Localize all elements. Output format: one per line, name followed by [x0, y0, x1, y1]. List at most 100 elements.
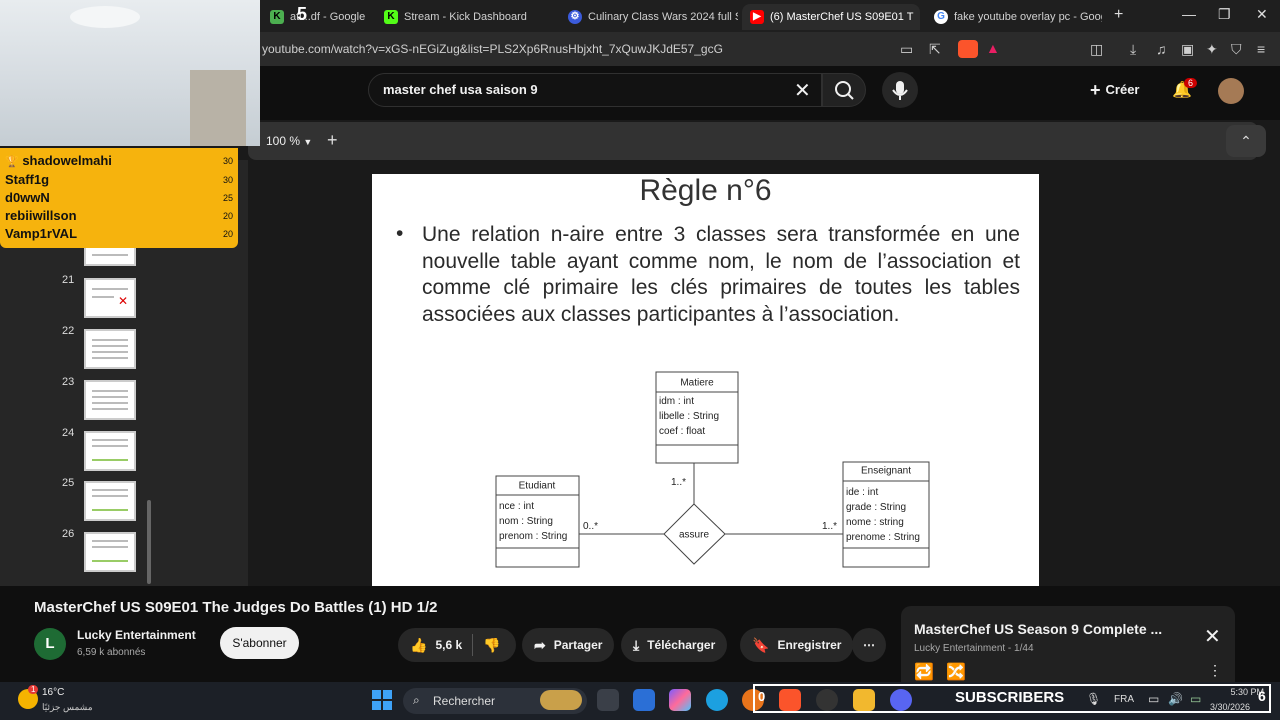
pdf-thumbnail[interactable] — [84, 532, 136, 572]
network-icon[interactable]: ▭ — [1148, 692, 1159, 706]
pdf-thumbnail[interactable] — [84, 329, 136, 369]
tab-label: Culinary Class Wars 2024 full Se — [588, 11, 738, 23]
minimize-icon[interactable]: — — [1182, 6, 1196, 22]
zoom-in-button[interactable]: + — [327, 130, 338, 151]
tab-close-icon[interactable]: ✕ — [913, 10, 920, 24]
notification-count[interactable]: 6 — [1258, 688, 1266, 704]
leaderboard-row: Vamp1rVAL 20 — [5, 226, 233, 244]
install-icon[interactable]: ▭ — [900, 41, 913, 58]
search-icon — [835, 81, 854, 100]
voice-search-button[interactable] — [882, 72, 918, 108]
sidebar-icon[interactable]: ◫ — [1090, 41, 1103, 58]
download-button[interactable]: ⤓ Télécharger — [621, 628, 728, 662]
leaderboard-score: 20 — [222, 211, 233, 221]
page-number: 23 — [62, 376, 75, 388]
multiplicity-etudiant: 0..* — [583, 521, 598, 532]
channel-name[interactable]: Lucky Entertainment — [77, 628, 196, 642]
google-icon: G — [934, 10, 948, 24]
playlist-subtitle: Lucky Entertainment - 1/44 — [914, 643, 1034, 654]
battery-icon[interactable]: ▭ — [1190, 692, 1201, 706]
like-count[interactable]: 5,6 k — [435, 638, 462, 652]
new-tab-button[interactable]: + — [1114, 6, 1123, 24]
leaderboard-row: 🏆 shadowelmahi 30 — [5, 153, 233, 171]
share-icon: ➦ — [534, 636, 546, 653]
windows-start-icon[interactable] — [372, 690, 392, 710]
clear-search-icon[interactable]: ✕ — [794, 78, 811, 103]
thumbs-down-icon[interactable]: 👎 — [483, 637, 500, 654]
leo-ai-icon[interactable]: ✦ — [1206, 41, 1218, 58]
class-attribute: prenome : String — [846, 532, 920, 543]
share-button[interactable]: ➦ Partager — [522, 628, 615, 662]
tab-google-doc[interactable]: K ati...df - Google — [262, 4, 372, 30]
taskbar-search-placeholder[interactable]: Rechercher — [433, 694, 495, 708]
microphone-icon — [892, 81, 908, 100]
tab-kick-dashboard[interactable]: K Stream - Kick Dashboard — [376, 4, 556, 30]
create-label: Créer — [1105, 82, 1140, 97]
chevron-down-icon: ▼ — [303, 137, 313, 147]
tab-masterchef-youtube[interactable]: ▶ (6) MasterChef US S09E01 T ✕ — [742, 4, 920, 30]
taskbar-date[interactable]: 3/30/2026 — [1210, 702, 1250, 712]
more-actions-button[interactable]: ⋯ — [852, 628, 886, 662]
tab-fake-youtube-overlay[interactable]: G fake youtube overlay pc - Google — [926, 4, 1102, 30]
search-button[interactable] — [822, 73, 866, 107]
playlist-menu-icon[interactable]: ⋮ — [1208, 662, 1222, 679]
trophy-icon: 🏆 — [5, 156, 19, 168]
tab-culinary-class-wars[interactable]: ⚙ Culinary Class Wars 2024 full Se — [560, 4, 738, 30]
task-view-icon[interactable] — [597, 689, 619, 711]
pdf-thumbnail[interactable] — [84, 246, 136, 266]
page-number: 25 — [62, 477, 75, 489]
leaderboard-score: 30 — [222, 156, 233, 166]
copilot-icon[interactable] — [669, 689, 691, 711]
close-playlist-icon[interactable]: ✕ — [1204, 624, 1221, 649]
kick-icon: K — [384, 10, 398, 24]
brave-rewards-icon[interactable]: ▲ — [986, 40, 1000, 56]
edge-icon[interactable] — [706, 689, 728, 711]
download-icon[interactable]: ⤓ — [1130, 41, 1136, 58]
thumbnail-scrollbar[interactable] — [147, 500, 151, 584]
app-icon[interactable] — [633, 689, 655, 711]
thumbs-up-icon[interactable]: 👍 — [410, 637, 427, 654]
volume-icon[interactable]: 🔊 — [1168, 692, 1183, 706]
pdf-slide: Règle n°6 • Une relation n-aire entre 3 … — [372, 174, 1039, 586]
menu-icon[interactable]: ≡ — [1257, 41, 1265, 57]
close-window-icon[interactable]: ✕ — [1256, 6, 1268, 23]
create-button[interactable]: + Créer — [1090, 80, 1139, 101]
pdf-thumbnail[interactable]: ✕ — [84, 278, 136, 318]
playlist-title[interactable]: MasterChef US Season 9 Complete ... — [914, 621, 1162, 637]
language-indicator[interactable]: FRA — [1114, 694, 1134, 705]
pdf-thumbnail[interactable] — [84, 380, 136, 420]
shuffle-icon[interactable]: 🔀 — [946, 662, 966, 682]
music-icon[interactable]: ♫ — [1156, 41, 1167, 57]
url-field[interactable]: youtube.com/watch?v=xGS-nEGiZug&list=PLS… — [262, 42, 723, 56]
save-button[interactable]: 🔖 Enregistrer — [740, 628, 854, 662]
page-number: 22 — [62, 325, 75, 337]
share-page-icon[interactable]: ⇱ — [929, 41, 941, 58]
leaderboard-name: d0wwN — [5, 190, 50, 205]
chevron-up-icon[interactable]: ⌃ — [1226, 125, 1266, 157]
channel-avatar[interactable]: L — [34, 628, 66, 660]
subscribe-button[interactable]: S'abonner — [220, 627, 299, 659]
brave-shield-icon[interactable] — [958, 40, 978, 58]
pdf-thumbnail[interactable] — [84, 481, 136, 521]
microphone-tray-icon[interactable]: 🎙 — [1086, 692, 1101, 706]
class-attribute: nome : string — [846, 517, 904, 528]
maximize-icon[interactable]: ❐ — [1218, 6, 1231, 23]
class-attribute: ide : int — [846, 487, 878, 498]
page-number: 21 — [62, 274, 75, 286]
class-attribute: prenom : String — [499, 531, 567, 542]
video-title: MasterChef US S09E01 The Judges Do Battl… — [34, 599, 438, 616]
wallet-icon[interactable]: ▣ — [1181, 41, 1194, 58]
class-attribute: nce : int — [499, 501, 534, 512]
zoom-level[interactable]: 100 % ▼ — [266, 134, 312, 148]
taskbar-search-icon: ⌕ — [413, 693, 420, 707]
globe-icon: ⚙ — [568, 10, 582, 24]
leaderboard-name: Vamp1rVAL — [5, 226, 78, 241]
channel-subscriber-count: 6,59 k abonnés — [77, 647, 146, 658]
leaderboard-name: shadowelmahi — [22, 153, 112, 168]
user-avatar[interactable] — [1218, 78, 1244, 104]
pdf-thumbnail[interactable] — [84, 431, 136, 471]
vpn-icon[interactable]: ⛉ — [1231, 41, 1242, 58]
weather-temperature[interactable]: 16°C — [42, 687, 64, 698]
search-input-value[interactable]: master chef usa saison 9 — [383, 82, 538, 97]
loop-icon[interactable]: 🔁 — [914, 662, 934, 682]
